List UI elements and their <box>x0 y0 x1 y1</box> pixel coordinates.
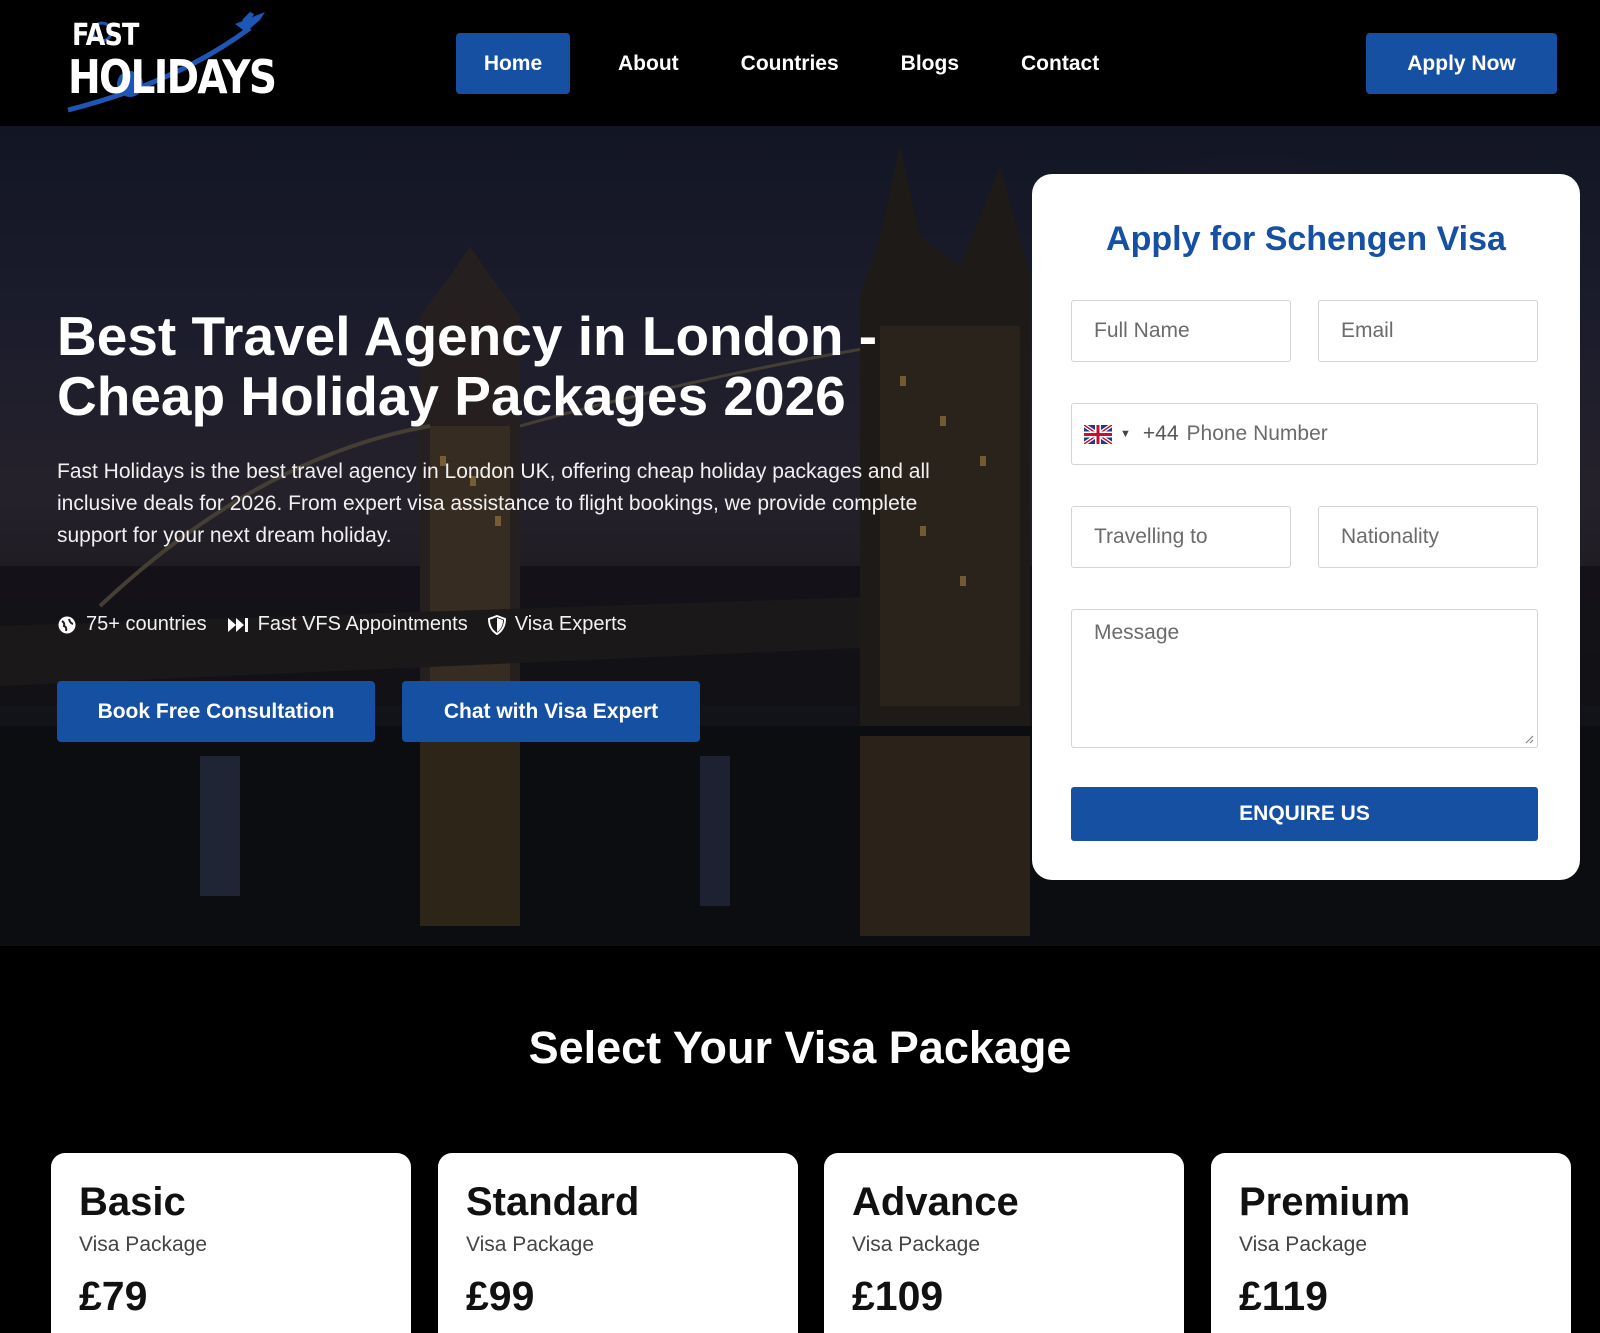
nav-countries[interactable]: Countries <box>715 33 865 94</box>
package-name: Advance <box>852 1180 1019 1224</box>
brand-line-1: FAST <box>72 18 139 53</box>
feature-countries: 75+ countries <box>57 613 207 636</box>
visa-enquiry-form: Apply for Schengen Visa Full Name Email … <box>1032 174 1580 880</box>
package-price: £79 <box>79 1273 148 1319</box>
package-name: Premium <box>1239 1180 1411 1224</box>
form-title: Apply for Schengen Visa <box>1106 220 1506 258</box>
resize-handle-icon[interactable] <box>1524 734 1534 744</box>
phone-input[interactable]: ▼ +44 Phone Number <box>1071 403 1538 465</box>
packages-title: Select Your Visa Package <box>528 1022 1072 1073</box>
travelling-to-input[interactable]: Travelling to <box>1071 506 1291 568</box>
uk-flag-icon[interactable] <box>1084 424 1112 444</box>
package-subtitle: Visa Package <box>79 1233 208 1256</box>
nav-about[interactable]: About <box>592 33 705 94</box>
hero-features: 75+ countries Fast VFS Appointments Visa… <box>57 613 647 636</box>
package-price: £119 <box>1239 1273 1328 1319</box>
package-subtitle: Visa Package <box>1239 1233 1368 1256</box>
book-consultation-button[interactable]: Book Free Consultation <box>57 681 375 742</box>
hero-title: Best Travel Agency in London - Cheap Hol… <box>57 305 878 427</box>
phone-placeholder: Phone Number <box>1186 422 1328 445</box>
nationality-input[interactable]: Nationality <box>1318 506 1538 568</box>
package-name: Basic <box>79 1180 186 1224</box>
dial-code: +44 <box>1142 422 1179 445</box>
chat-visa-expert-button[interactable]: Chat with Visa Expert <box>402 681 700 742</box>
package-card-basic[interactable]: Basic Visa Package £79 <box>51 1153 411 1333</box>
feature-experts-label: Visa Experts <box>514 613 627 635</box>
package-card-premium[interactable]: Premium Visa Package £119 <box>1211 1153 1571 1333</box>
feature-experts: Visa Experts <box>487 613 627 636</box>
package-price: £109 <box>852 1273 944 1319</box>
chevron-down-icon[interactable]: ▼ <box>1120 428 1131 440</box>
package-name: Standard <box>466 1180 640 1224</box>
feature-countries-label: 75+ countries <box>86 613 207 635</box>
package-subtitle: Visa Package <box>852 1233 981 1256</box>
package-price: £99 <box>466 1273 535 1319</box>
email-input[interactable]: Email <box>1318 300 1538 362</box>
package-card-standard[interactable]: Standard Visa Package £99 <box>438 1153 798 1333</box>
full-name-input[interactable]: Full Name <box>1071 300 1291 362</box>
nav-contact[interactable]: Contact <box>995 33 1125 94</box>
shield-icon <box>487 614 506 635</box>
enquire-button[interactable]: ENQUIRE US <box>1071 787 1538 841</box>
message-placeholder: Message <box>1094 621 1180 644</box>
globe-icon <box>57 615 77 635</box>
nav-home[interactable]: Home <box>456 33 570 94</box>
hero-description: Fast Holidays is the best travel agency … <box>57 460 930 547</box>
feature-vfs: Fast VFS Appointments <box>227 613 468 636</box>
main-nav: Home About Countries Blogs Contact <box>456 33 1135 94</box>
fast-forward-icon <box>227 616 249 634</box>
nav-blogs[interactable]: Blogs <box>875 33 985 94</box>
message-textarea[interactable]: Message <box>1071 609 1538 748</box>
brand-line-2: HOLIDAYS <box>68 50 277 104</box>
package-card-advance[interactable]: Advance Visa Package £109 <box>824 1153 1184 1333</box>
brand-logo[interactable]: FAST HOLIDAYS <box>60 10 277 116</box>
apply-now-button[interactable]: Apply Now <box>1366 33 1557 94</box>
feature-vfs-label: Fast VFS Appointments <box>257 613 468 635</box>
site-header: FAST HOLIDAYS Home About Countries Blogs… <box>0 0 1600 126</box>
package-subtitle: Visa Package <box>466 1233 595 1256</box>
